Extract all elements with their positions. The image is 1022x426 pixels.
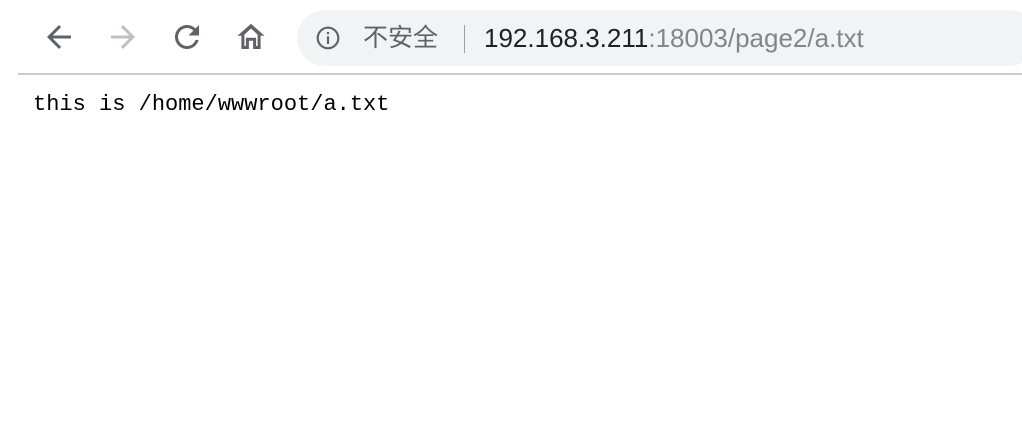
browser-toolbar: 不安全 192.168.3.211:18003/page2/a.txt bbox=[0, 0, 1022, 75]
address-bar[interactable]: 不安全 192.168.3.211:18003/page2/a.txt bbox=[297, 10, 1022, 66]
toolbar-divider bbox=[18, 73, 1022, 75]
arrow-left-icon bbox=[47, 25, 71, 49]
page-text: this is /home/wwwroot/a.txt bbox=[33, 92, 390, 117]
url-text[interactable]: 192.168.3.211:18003/page2/a.txt bbox=[484, 10, 864, 66]
back-button[interactable] bbox=[39, 17, 79, 57]
info-icon[interactable] bbox=[315, 25, 341, 51]
security-status-label[interactable]: 不安全 bbox=[363, 10, 438, 66]
url-path: :18003/page2/a.txt bbox=[648, 23, 864, 53]
reload-icon bbox=[175, 24, 199, 49]
reload-button[interactable] bbox=[167, 17, 207, 57]
url-host: 192.168.3.211 bbox=[484, 23, 649, 53]
forward-button[interactable] bbox=[103, 17, 143, 57]
home-button[interactable] bbox=[231, 17, 271, 57]
home-icon bbox=[237, 23, 265, 49]
arrow-right-icon bbox=[111, 25, 135, 49]
omnibox-separator bbox=[464, 25, 465, 53]
